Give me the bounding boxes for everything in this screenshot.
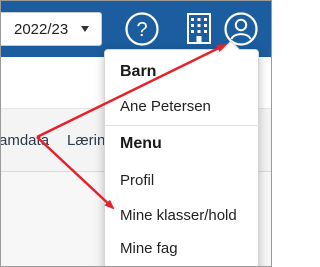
menu-item-profil[interactable]: Profil <box>120 172 154 189</box>
profile-dropdown-menu: Barn Ane Petersen Menu Profil Mine klass… <box>104 40 260 266</box>
nav-item-laering[interactable]: Lærin <box>67 132 105 149</box>
menu-item-mine-klasser-hold[interactable]: Mine klasser/hold <box>120 207 237 224</box>
help-glyph: ? <box>136 19 147 41</box>
nav-item-stamdata[interactable]: amdata <box>1 132 49 149</box>
school-year-value: 2022/23 <box>14 21 69 38</box>
help-icon: ? <box>125 12 159 46</box>
menu-item-mine-fag[interactable]: Mine fag <box>120 240 178 257</box>
screenshot-frame: 2022/23 ? amdata Lærin Barn Ane Petersen… <box>0 0 272 267</box>
section-header-barn: Barn <box>120 63 157 80</box>
building-icon <box>187 13 211 44</box>
chevron-down-icon <box>81 26 89 32</box>
divider <box>105 125 260 126</box>
section-header-menu: Menu <box>120 135 162 152</box>
institution-button[interactable] <box>181 11 217 47</box>
help-button[interactable]: ? <box>124 11 160 47</box>
menu-item-child-name[interactable]: Ane Petersen <box>120 98 211 115</box>
school-year-select[interactable]: 2022/23 <box>1 12 102 46</box>
